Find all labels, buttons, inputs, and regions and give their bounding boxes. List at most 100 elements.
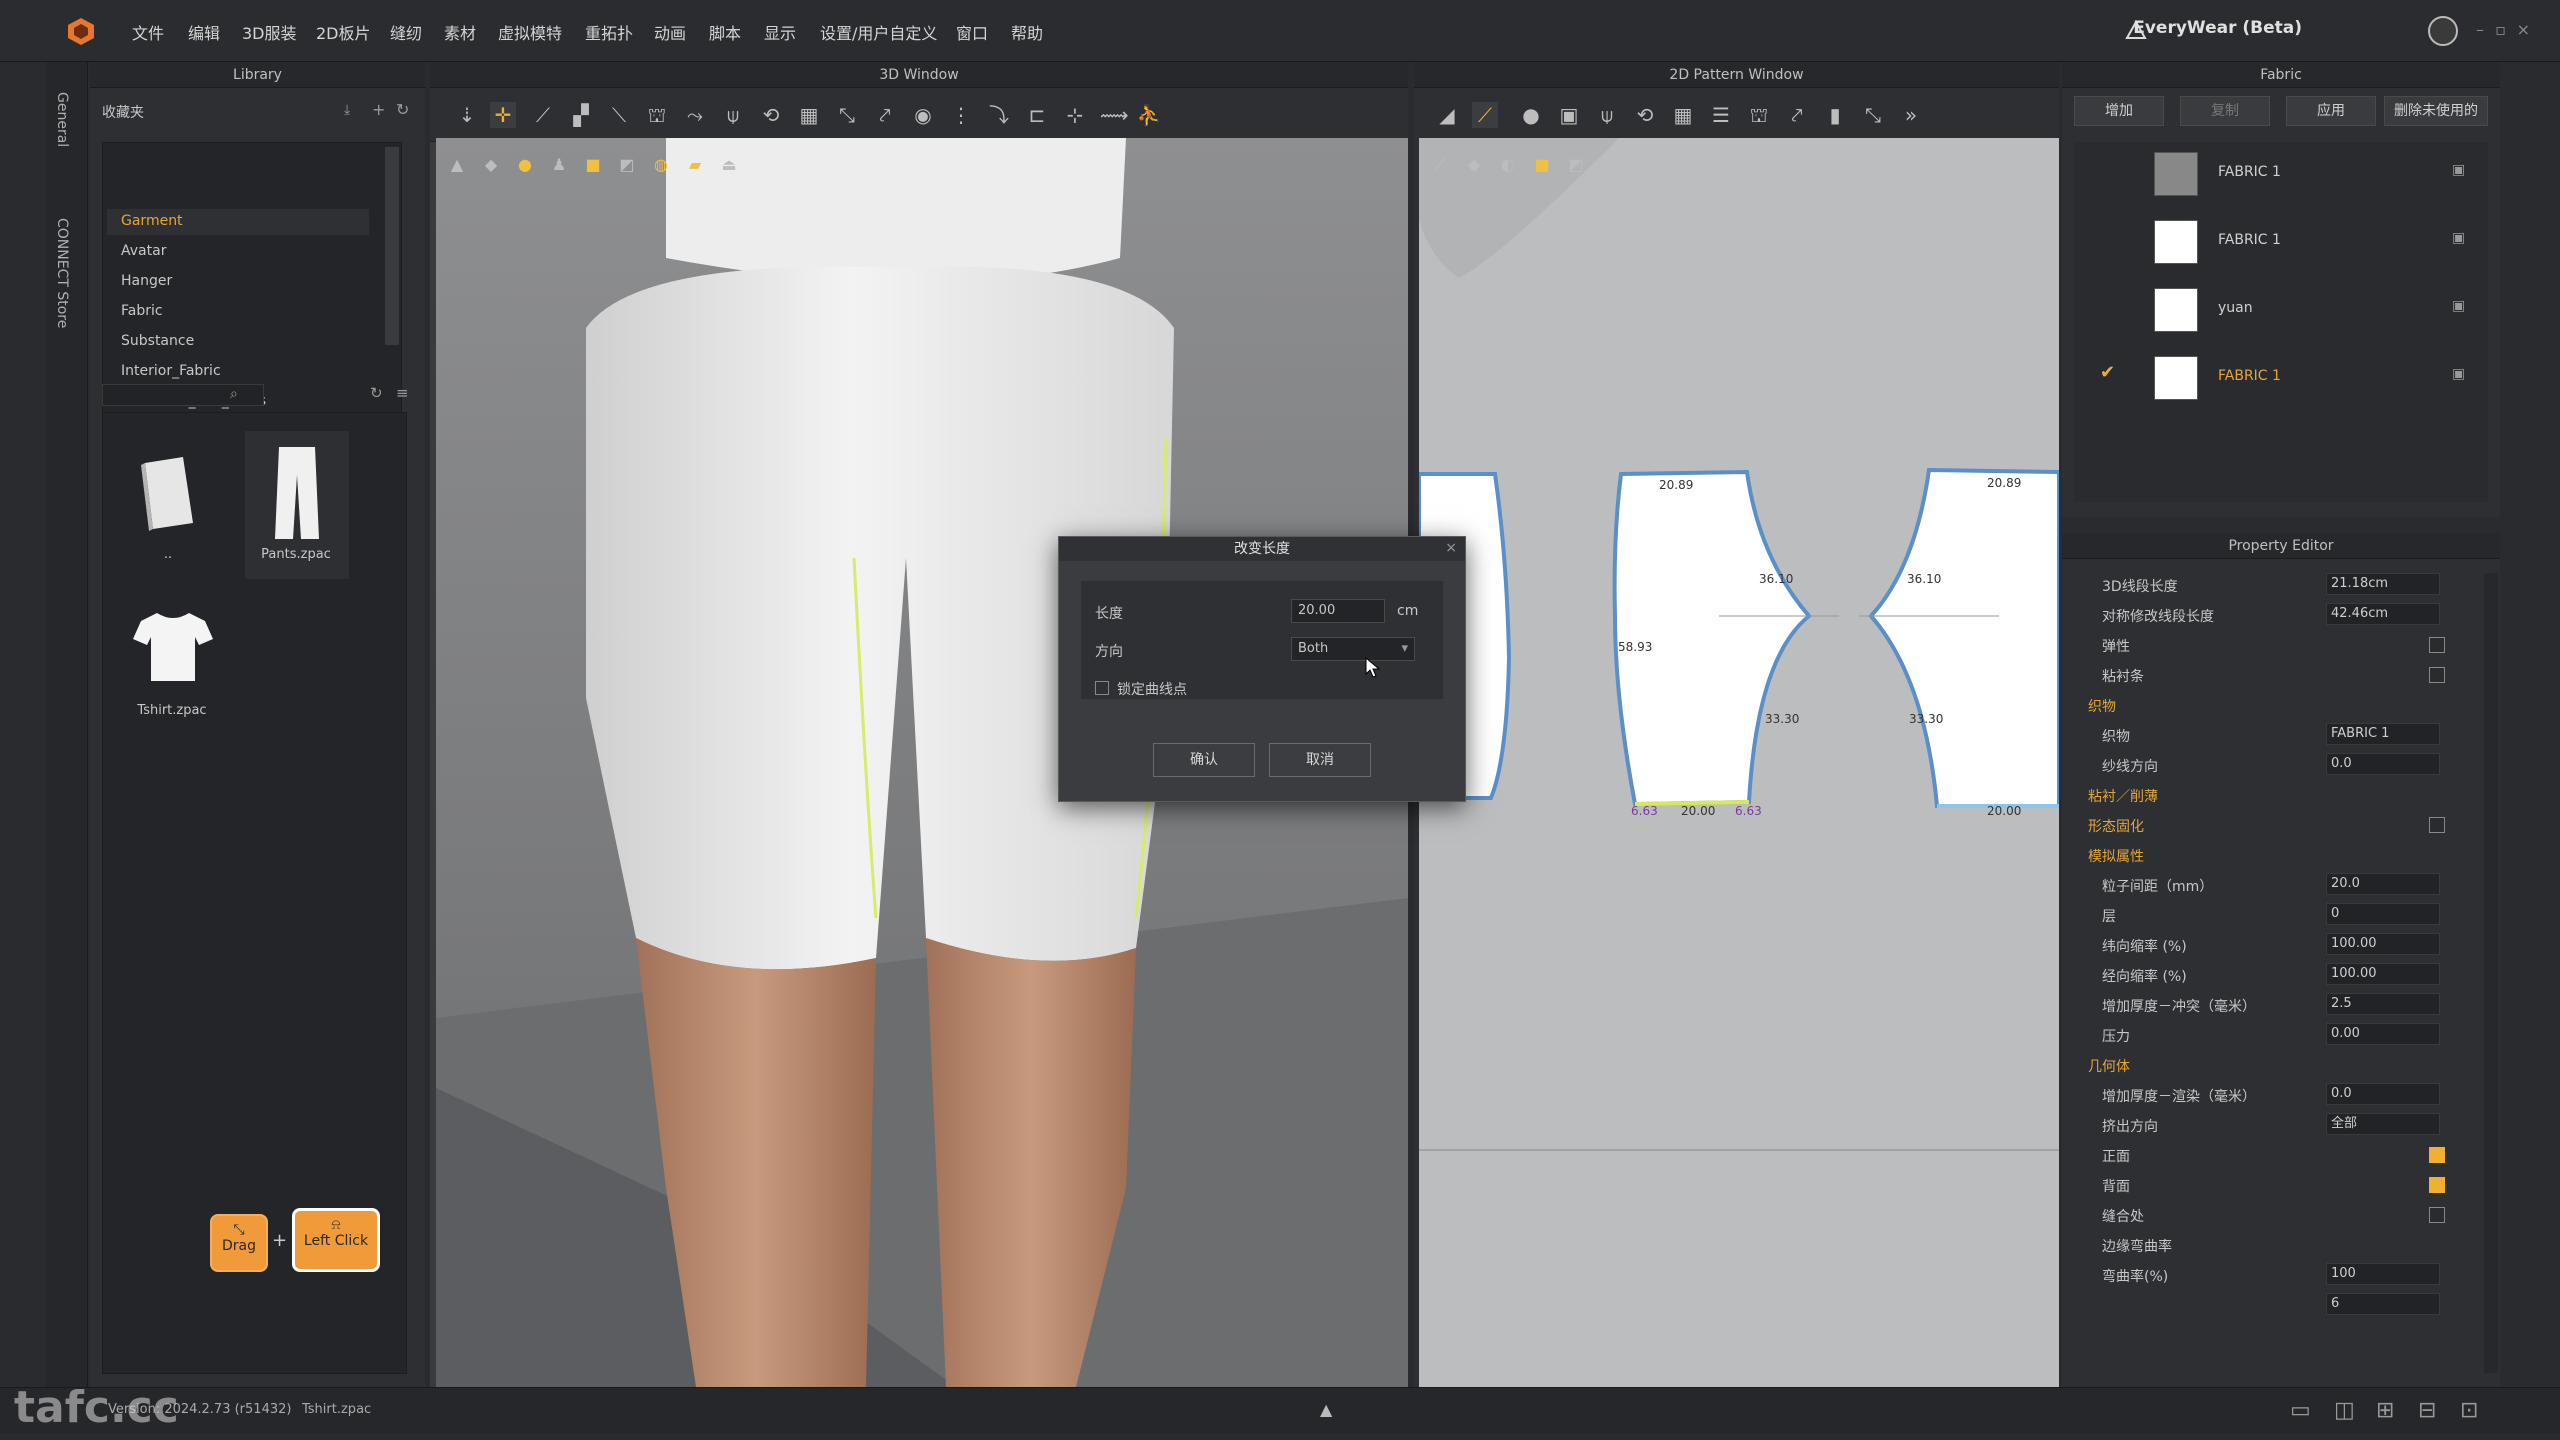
fabric-row[interactable]: FABRIC 1 ▣ — [2082, 210, 2482, 272]
view-figure-icon[interactable]: ♟ — [546, 152, 572, 178]
rotate-tool-icon[interactable]: ⟲ — [758, 102, 784, 128]
refresh-icon[interactable]: ↻ — [396, 100, 409, 119]
line-tool-icon[interactable]: ⤡ — [834, 102, 860, 128]
length-input[interactable]: 20.00 — [1291, 599, 1385, 623]
save-icon[interactable]: ▣ — [2452, 162, 2465, 178]
tab-general[interactable]: General — [54, 92, 70, 147]
fabric-row-selected[interactable]: ✔ FABRIC 1 ▣ — [2082, 346, 2482, 408]
view-shade-icon[interactable]: ◩ — [614, 152, 640, 178]
2d-expand-icon[interactable]: » — [1898, 102, 1924, 128]
everywear-label[interactable]: EveryWear (Beta) — [2133, 18, 2302, 38]
transform-tool-icon[interactable]: ✛ — [490, 102, 516, 128]
library-search-input[interactable] — [102, 384, 264, 406]
fabric-row[interactable]: FABRIC 1 ▣ — [2082, 142, 2482, 204]
property-checkbox[interactable] — [2429, 1207, 2445, 1223]
view-garment-icon[interactable]: ▲ — [444, 152, 470, 178]
dialog-ok-button[interactable]: 确认 — [1153, 743, 1255, 777]
property-value-input[interactable]: 21.18cm — [2326, 573, 2440, 595]
menu-edit[interactable]: 编辑 — [188, 20, 220, 44]
save-icon[interactable]: ▣ — [2452, 366, 2465, 382]
library-scrollbar[interactable] — [385, 147, 399, 345]
property-value-input[interactable]: 6 — [2326, 1293, 2440, 1315]
smooth-tool-icon[interactable]: ⟿ — [1100, 102, 1129, 128]
menu-3d-garment[interactable]: 3D服装 — [242, 20, 297, 44]
fabric-apply-button[interactable]: 应用 — [2286, 96, 2376, 126]
property-value-input[interactable]: 0.00 — [2326, 1023, 2440, 1045]
2d-columns-icon[interactable]: ▮ — [1822, 102, 1848, 128]
menu-animation[interactable]: 动画 — [654, 20, 686, 44]
2d-rect-icon[interactable]: ▣ — [1556, 102, 1582, 128]
search-icon[interactable]: ⌕ — [230, 386, 238, 402]
property-value-input[interactable]: FABRIC 1 — [2326, 723, 2440, 745]
view-skin-icon[interactable]: ▰ — [682, 152, 708, 178]
2d-view-icon-5[interactable]: ◩ — [1563, 152, 1589, 178]
fabric-row[interactable]: yuan ▣ — [2082, 278, 2482, 340]
list-view-icon[interactable]: ≡ — [396, 384, 409, 402]
menu-help[interactable]: 帮助 — [1011, 20, 1043, 44]
menu-display[interactable]: 显示 — [764, 20, 796, 44]
property-value-input[interactable]: 0.0 — [2326, 753, 2440, 775]
2d-rotate-icon[interactable]: ⟲ — [1632, 102, 1658, 128]
zipper-tool-icon[interactable]: ⋮ — [948, 102, 974, 128]
property-checkbox[interactable] — [2429, 1147, 2445, 1163]
save-icon[interactable]: ▣ — [2452, 230, 2465, 246]
property-value-input[interactable]: 20.0 — [2326, 873, 2440, 895]
garment-tool-icon[interactable]: ▞ — [568, 102, 594, 128]
view-light-icon[interactable]: ◍ — [648, 152, 674, 178]
user-avatar[interactable] — [2428, 16, 2458, 46]
property-value-input[interactable]: 0 — [2326, 903, 2440, 925]
tshirt-thumb-icon[interactable] — [131, 609, 215, 685]
maximize-icon[interactable]: ▫ — [2495, 20, 2506, 39]
property-checkbox[interactable] — [2429, 817, 2445, 833]
menu-window[interactable]: 窗口 — [956, 20, 988, 44]
fabric-delete-unused-button[interactable]: 删除未使用的 — [2384, 96, 2488, 126]
property-scrollbar[interactable] — [2484, 573, 2498, 1373]
arrange-tool-icon[interactable]: ⤳ — [682, 102, 708, 128]
select-tool-icon[interactable]: ⇣ — [454, 102, 480, 128]
dialog-close-icon[interactable]: × — [1445, 540, 1457, 556]
property-checkbox[interactable] — [2429, 667, 2445, 683]
2d-circle-icon[interactable]: ● — [1518, 102, 1544, 128]
2d-grid-icon[interactable]: ▦ — [1670, 102, 1696, 128]
brush-tool-icon[interactable]: ⟋ — [530, 102, 556, 128]
pin-tool-icon[interactable]: ⍦ — [720, 102, 746, 128]
menu-2d-pattern[interactable]: 2D板片 — [316, 20, 371, 44]
view-avatar-icon[interactable]: ◆ — [478, 152, 504, 178]
menu-materials[interactable]: 素材 — [444, 20, 476, 44]
direction-select[interactable]: Both ▾ — [1291, 637, 1415, 661]
button-tool-icon[interactable]: ◉ — [910, 102, 936, 128]
menu-script[interactable]: 脚本 — [709, 20, 741, 44]
pen-tool-icon[interactable]: ⟍ — [606, 102, 632, 128]
library-item-fabric[interactable]: Fabric — [121, 303, 163, 319]
fold-tool-icon[interactable]: ⛫ — [644, 102, 670, 128]
layout-single-icon[interactable]: ▭ — [2290, 1398, 2311, 1423]
dialog-cancel-button[interactable]: 取消 — [1269, 743, 1371, 777]
menu-avatar[interactable]: 虚拟模特 — [498, 20, 562, 44]
fabric-add-button[interactable]: 增加 — [2074, 96, 2164, 126]
download-icon[interactable]: ⤓ — [344, 102, 350, 118]
2d-view-icon-4[interactable]: ■ — [1529, 152, 1555, 178]
2d-select-icon[interactable]: ◢ — [1434, 102, 1460, 128]
fabric-copy-button[interactable]: 复制 — [2180, 96, 2270, 126]
refresh-view-icon[interactable]: ↻ — [370, 384, 383, 402]
walk-tool-icon[interactable]: ⛹ — [1136, 102, 1162, 128]
tape-tool-icon[interactable]: ⤵ — [986, 102, 1012, 128]
library-item-avatar[interactable]: Avatar — [121, 243, 166, 259]
add-icon[interactable]: + — [372, 100, 385, 119]
property-value-input[interactable]: 2.5 — [2326, 993, 2440, 1015]
property-checkbox[interactable] — [2429, 637, 2445, 653]
folder-thumb-icon[interactable] — [139, 453, 199, 533]
minimize-icon[interactable]: – — [2476, 20, 2484, 39]
lock-curve-checkbox[interactable] — [1095, 681, 1109, 695]
library-item-interior-fabric[interactable]: Interior_Fabric — [121, 363, 221, 379]
menu-sewing[interactable]: 缝纫 — [390, 20, 422, 44]
2d-pattern-viewport[interactable]: 20.89 20.89 36.10 36.10 58.93 33.30 33.3… — [1419, 138, 2059, 1387]
property-value-input[interactable]: 100.00 — [2326, 933, 2440, 955]
property-value-input[interactable]: 100 — [2326, 1263, 2440, 1285]
measure-tool-icon[interactable]: ⊏ — [1024, 102, 1050, 128]
library-item-substance[interactable]: Substance — [121, 333, 194, 349]
2d-view-icon-6[interactable]: ⏏ — [1597, 152, 1623, 178]
layout-quad-icon[interactable]: ⊟ — [2418, 1398, 2436, 1423]
library-item-hanger[interactable]: Hanger — [121, 273, 172, 289]
2d-view-icon-2[interactable]: ◆ — [1461, 152, 1487, 178]
